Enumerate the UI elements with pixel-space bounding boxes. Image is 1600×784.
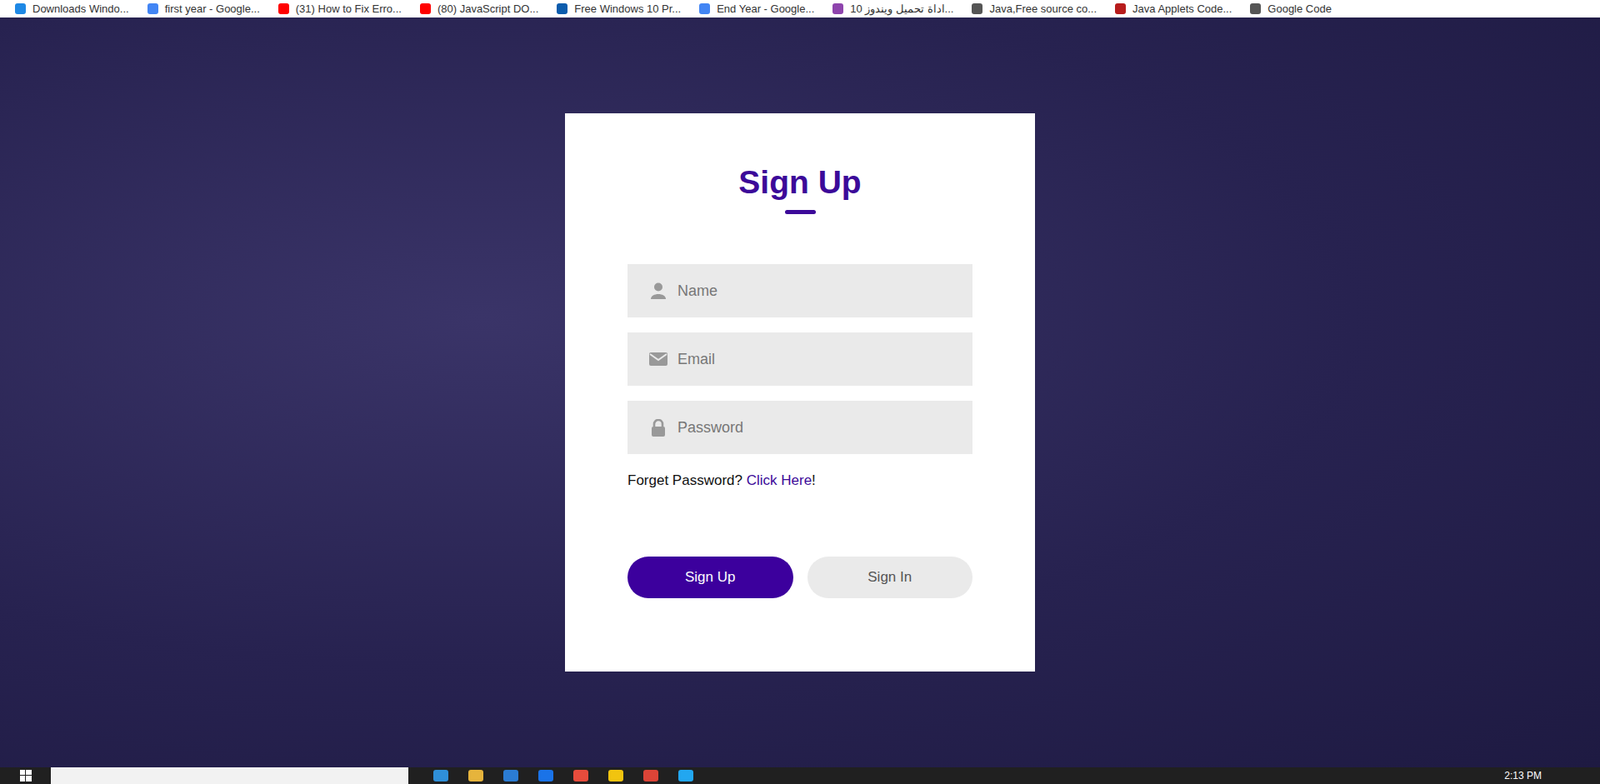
background-photo: Sign Up Forget Password? Click Here! Sig… [0,17,1600,768]
bookmark[interactable]: (31) How to Fix Erro... [278,2,402,15]
bookmark[interactable]: End Year - Google... [699,2,815,15]
bookmark[interactable]: Downloads Windo... [15,2,130,15]
bookmark[interactable]: Free Windows 10 Pr... [556,2,681,15]
favicon-icon [1250,3,1261,15]
bookmarks-bar: Downloads Windo... first year - Google..… [0,0,1600,18]
taskbar: 2:13 PM [0,767,1600,784]
text-input[interactable] [677,344,960,375]
search-box[interactable] [50,767,409,784]
form-button[interactable]: Sign In [807,556,974,599]
input-field[interactable] [627,400,973,455]
form-button[interactable]: Sign Up [627,556,794,599]
bookmark[interactable]: Java Applets Code... [1115,2,1232,15]
app-icon[interactable] [608,770,624,782]
text-input[interactable] [677,275,960,307]
bookmark[interactable]: اداة تحميل ويندوز 10... [832,2,954,15]
page: Downloads Windo... first year - Google..… [0,0,1600,784]
person-icon [650,282,666,300]
favicon-icon [420,3,431,15]
app-icon[interactable] [643,770,659,782]
app-icon[interactable] [503,770,519,782]
app-icon[interactable] [433,770,449,782]
envelope-icon [649,352,668,366]
clock: 2:13 PM [1495,770,1600,782]
input-field[interactable] [627,264,973,318]
signup-card: Sign Up Forget Password? Click Here! Sig… [565,113,1035,672]
favicon-icon [556,3,568,15]
bookmark[interactable]: Google Code [1250,2,1332,15]
favicon-icon [278,3,290,15]
app-icon[interactable] [678,770,694,782]
input-field[interactable] [627,332,973,386]
lock-icon [650,419,666,437]
title-underline [785,210,816,215]
bookmark[interactable]: (80) JavaScript DO... [420,2,539,15]
text-input[interactable] [677,412,960,444]
favicon-icon [147,3,159,15]
forgot-password: Forget Password? Click Here! [627,472,973,490]
bookmark[interactable]: first year - Google... [147,2,260,15]
favicon-icon [1115,3,1126,15]
app-icon[interactable] [468,770,484,782]
app-icon[interactable] [573,770,589,782]
favicon-icon [15,3,26,15]
windows-icon[interactable] [0,770,51,782]
favicon-icon [699,3,710,15]
bookmark[interactable]: Java,Free source co... [971,2,1097,15]
favicon-icon [832,3,844,15]
form-title: Sign Up [738,163,861,202]
favicon-icon [971,3,983,15]
forgot-link[interactable]: Click Here [746,472,812,489]
app-icon[interactable] [538,770,554,782]
